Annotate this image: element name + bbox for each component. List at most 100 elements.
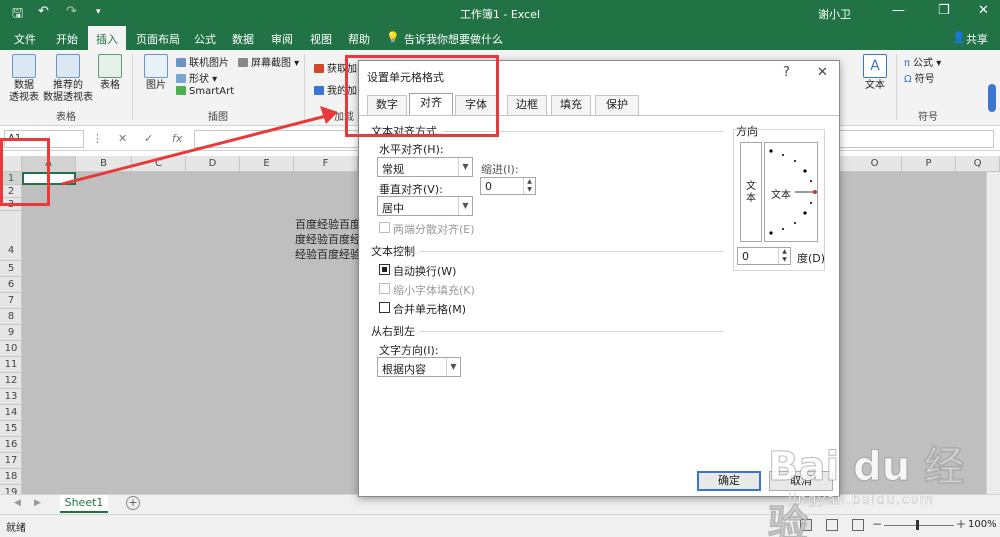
row-header[interactable]: 18 — [0, 469, 22, 485]
tab-insert[interactable]: 插入 — [88, 26, 126, 50]
tell-me-box[interactable]: 告诉我你想要做什么 — [404, 31, 503, 47]
row-header[interactable]: 7 — [0, 293, 22, 309]
row-header[interactable]: 4 — [0, 211, 22, 261]
next-sheet-icon[interactable]: ▶ — [34, 498, 41, 508]
row-header[interactable]: 11 — [0, 357, 22, 373]
sheet-tab-sheet1[interactable]: Sheet1 — [60, 495, 108, 513]
row-header[interactable]: 10 — [0, 341, 22, 357]
column-header[interactable]: O — [848, 156, 902, 172]
row-header[interactable]: 6 — [0, 277, 22, 293]
tab-border[interactable]: 边框 — [507, 95, 547, 115]
dialog-help-button[interactable]: ? — [783, 65, 790, 80]
table-icon — [98, 54, 122, 78]
spin-up-icon[interactable]: ▲ — [778, 248, 790, 256]
tab-file[interactable]: 文件 — [14, 31, 36, 47]
indent-spinner[interactable]: 0 ▲ ▼ — [480, 177, 536, 195]
degree-spinner[interactable]: 0 ▲ ▼ — [737, 247, 791, 265]
pivot-table-button[interactable]: 数据 透视表 — [6, 54, 42, 104]
merge-cells-label: 合并单元格(M) — [393, 303, 467, 316]
share-button[interactable]: 共享 — [966, 31, 988, 47]
indent-value: 0 — [485, 180, 492, 193]
restore-button[interactable]: ❐ — [938, 3, 950, 18]
row-headers: 1 2 3 4 5 6 7 8 9 10 11 12 13 14 15 16 1… — [0, 172, 22, 494]
column-header[interactable]: D — [186, 156, 240, 172]
table-button[interactable]: 表格 — [96, 54, 124, 92]
dialog-close-button[interactable]: ✕ — [817, 65, 828, 80]
shrink-to-fit-checkbox[interactable] — [379, 283, 390, 294]
online-pictures-button[interactable]: 联机图片 — [176, 54, 229, 69]
add-sheet-button[interactable]: + — [126, 496, 140, 510]
tab-help[interactable]: 帮助 — [348, 31, 370, 47]
close-button[interactable]: ✕ — [978, 3, 989, 18]
column-header[interactable]: Q — [956, 156, 1000, 172]
equation-button[interactable]: π 公式 ▾ — [904, 54, 941, 69]
column-header[interactable]: B — [76, 156, 132, 172]
row-header[interactable]: 5 — [0, 261, 22, 277]
row-header[interactable]: 9 — [0, 325, 22, 341]
baidu-watermark: Bai du 经验 jingyan.baidu.com — [768, 430, 988, 537]
spin-up-icon[interactable]: ▲ — [523, 178, 535, 186]
tab-protection[interactable]: 保护 — [595, 95, 639, 115]
vertical-align-select[interactable]: 居中 ▼ — [377, 196, 473, 216]
prev-sheet-icon[interactable]: ◀ — [14, 498, 21, 508]
watermark-url: jingyan.baidu.com — [788, 492, 935, 508]
justify-distributed-checkbox[interactable] — [379, 222, 390, 233]
row-header[interactable]: 19 — [0, 485, 22, 494]
user-name[interactable]: 谢小卫 — [818, 6, 851, 22]
wrap-text-checkbox[interactable] — [379, 264, 390, 275]
formula-label: 公式 — [913, 58, 934, 69]
ribbon-tabs: 文件 开始 插入 页面布局 公式 数据 审阅 视图 帮助 💡 告诉我你想要做什么… — [0, 26, 1000, 50]
row-header[interactable]: 13 — [0, 389, 22, 405]
column-header[interactable]: C — [132, 156, 186, 172]
ribbon-separator — [896, 54, 897, 120]
pi-icon: π — [904, 58, 911, 69]
tab-page-layout[interactable]: 页面布局 — [136, 31, 180, 47]
tab-fill[interactable]: 填充 — [551, 95, 591, 115]
tab-review[interactable]: 审阅 — [271, 31, 293, 47]
vertical-text-label: 文本 — [746, 181, 756, 204]
tab-data[interactable]: 数据 — [232, 31, 254, 47]
row-header[interactable]: 16 — [0, 437, 22, 453]
text-direction-select[interactable]: 根据内容 ▼ — [377, 357, 461, 377]
ok-button[interactable]: 确定 — [697, 471, 761, 491]
text-control-section: 文本控制 — [371, 245, 415, 258]
screenshot-button[interactable]: 屏幕截图 ▾ — [238, 54, 299, 69]
insert-function-button[interactable]: fx — [172, 132, 182, 145]
share-icon[interactable]: 👤 — [952, 31, 966, 44]
ribbon-scroll-handle[interactable] — [988, 84, 996, 112]
spin-down-icon[interactable]: ▼ — [523, 186, 535, 194]
section-divider — [419, 331, 723, 332]
symbol-button[interactable]: Ω 符号 — [904, 70, 935, 85]
cancel-entry-icon[interactable]: ✕ — [118, 132, 127, 145]
row-header[interactable]: 17 — [0, 453, 22, 469]
tab-view[interactable]: 视图 — [310, 31, 332, 47]
pictures-button[interactable]: 图片 — [142, 54, 170, 92]
column-header[interactable]: F — [294, 156, 358, 172]
merge-cells-checkbox[interactable] — [379, 302, 390, 313]
group-illustrations-label: 插图 — [208, 112, 228, 123]
recommended-pivot-button[interactable]: 推荐的 数据透视表 — [42, 54, 94, 104]
ribbon-separator — [132, 54, 133, 120]
spin-down-icon[interactable]: ▼ — [778, 256, 790, 264]
shapes-button[interactable]: 形状 ▾ — [176, 70, 217, 85]
vertical-text-toggle[interactable]: 文本 — [740, 142, 762, 242]
cell-text: 百度经验百度 — [295, 218, 361, 231]
row-header[interactable]: 15 — [0, 421, 22, 437]
text-button[interactable]: A 文本 — [860, 54, 890, 92]
row-header[interactable]: 12 — [0, 373, 22, 389]
orientation-dial[interactable]: 文本 — [764, 142, 818, 242]
shapes-label: 形状 — [189, 74, 209, 85]
minimize-button[interactable]: — — [892, 3, 905, 18]
cell-text: 经验百度经验 — [295, 248, 361, 261]
confirm-entry-icon[interactable]: ✓ — [144, 132, 153, 145]
column-header[interactable]: E — [240, 156, 294, 172]
horizontal-align-select[interactable]: 常规 ▼ — [377, 157, 473, 177]
tab-home[interactable]: 开始 — [56, 31, 78, 47]
tab-formulas[interactable]: 公式 — [194, 31, 216, 47]
formula-bar-dots: ⋮ — [92, 132, 103, 145]
smartart-button[interactable]: SmartArt — [176, 86, 234, 97]
row-header[interactable]: 14 — [0, 405, 22, 421]
column-header[interactable]: P — [902, 156, 956, 172]
row-header[interactable]: 8 — [0, 309, 22, 325]
vertical-scrollbar[interactable] — [986, 172, 1000, 494]
